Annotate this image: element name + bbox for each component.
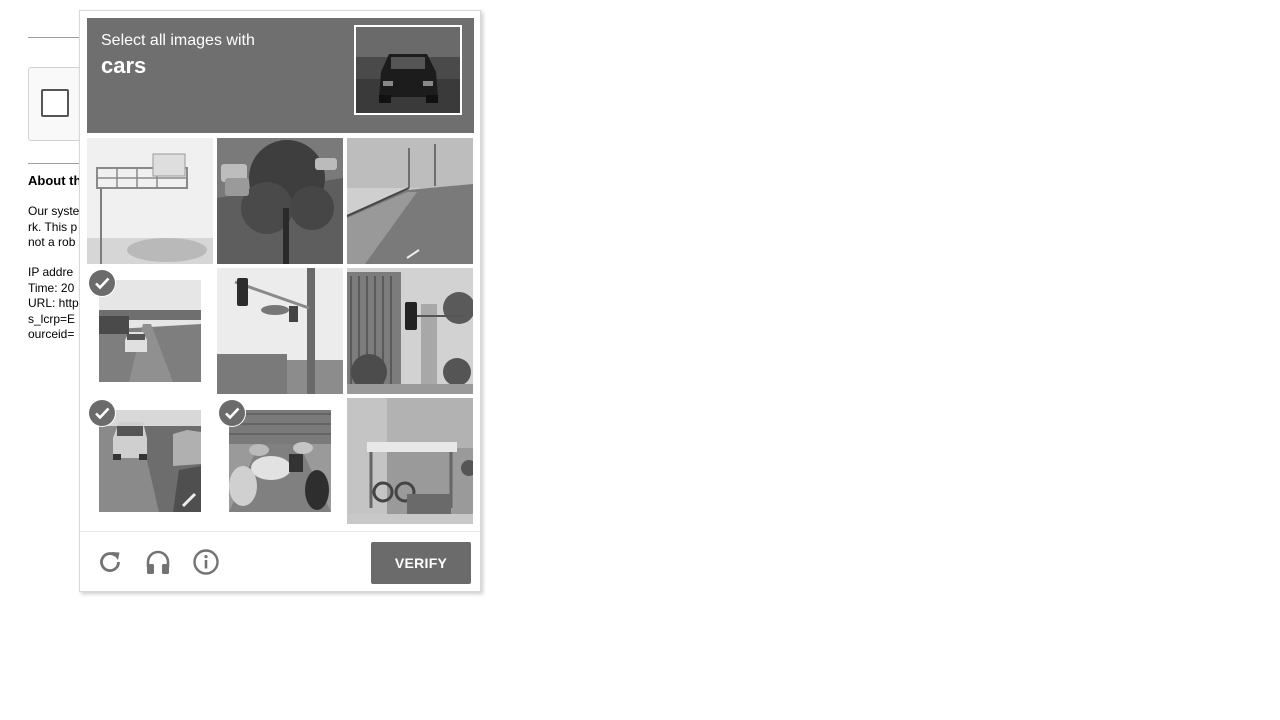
selected-check-icon (89, 270, 115, 296)
image-grid (87, 138, 474, 525)
details-line: URL: http (28, 296, 79, 310)
image-challenge-popup: Select all images with cars VERIFY (79, 10, 481, 592)
selected-check-icon (219, 400, 245, 426)
info-paragraph-line: Our syste (28, 204, 80, 218)
headphones-icon[interactable] (144, 548, 172, 576)
challenge-prompt: Select all images with (101, 32, 255, 49)
tree-road-image (217, 138, 343, 264)
verify-button[interactable]: VERIFY (371, 542, 471, 584)
not-a-robot-checkbox[interactable] (41, 89, 69, 117)
reload-icon[interactable] (96, 548, 124, 576)
challenge-header: Select all images with cars (87, 18, 474, 133)
info-paragraph-line: rk. This p (28, 219, 78, 234)
image-tile[interactable] (347, 268, 473, 394)
image-tile[interactable] (347, 138, 473, 264)
selected-check-icon (89, 400, 115, 426)
highway-sign-image (87, 138, 213, 264)
image-tile[interactable] (217, 138, 343, 264)
image-tile[interactable] (87, 268, 213, 394)
details-line: Time: 20 (28, 280, 75, 295)
image-tile[interactable] (87, 398, 213, 524)
challenge-keyword: cars (101, 53, 147, 78)
details-line: ourceid= (28, 327, 75, 341)
traffic-light-image (217, 268, 343, 394)
about-heading: About th (28, 173, 82, 188)
challenge-footer: VERIFY (80, 531, 480, 591)
sample-car-image (354, 25, 462, 115)
details-line: IP addre (28, 265, 74, 279)
image-tile[interactable] (217, 398, 343, 524)
overpass-road-image (347, 138, 473, 264)
image-tile[interactable] (87, 138, 213, 264)
bus-stop-image (347, 398, 473, 524)
info-icon[interactable] (192, 548, 220, 576)
info-paragraph-line: not a rob (28, 235, 76, 249)
image-tile[interactable] (217, 268, 343, 394)
buildings-traffic-light-image (347, 268, 473, 394)
image-tile[interactable] (347, 398, 473, 524)
details-line: s_lcrp=E (28, 311, 76, 326)
